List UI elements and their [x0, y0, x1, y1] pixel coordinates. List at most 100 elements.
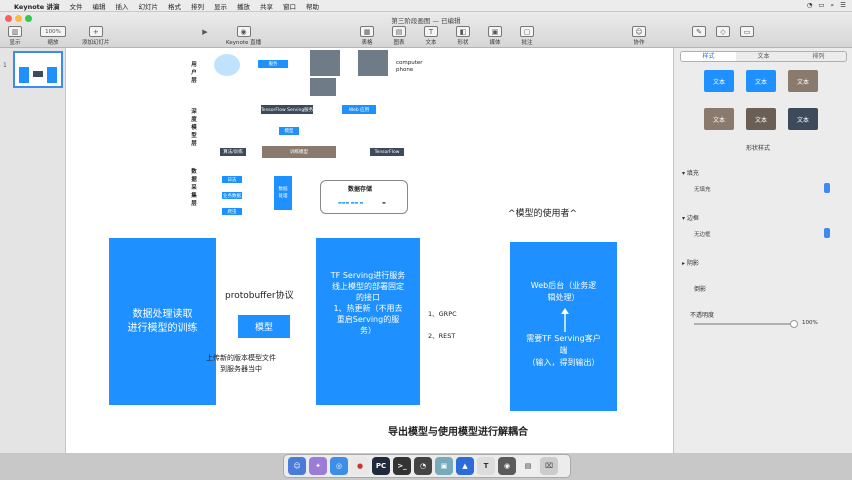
- dock: ☺ ✦ ◎ ● PC >_ ◔ ▣ ▲ T ◉ ▤ ⌧: [283, 454, 571, 478]
- keynote-live-button[interactable]: ◉ Keynote 直播: [226, 26, 261, 46]
- box-model: 模型: [279, 127, 299, 135]
- fill-dropdown[interactable]: [824, 183, 830, 193]
- box-service: 服务: [258, 60, 288, 68]
- menu-item-insert[interactable]: 插入: [115, 1, 128, 11]
- box-model-export: 模型: [238, 315, 290, 338]
- tab-style[interactable]: 样式: [681, 52, 736, 61]
- zoom-control[interactable]: 100% 缩放: [40, 26, 66, 46]
- terminal-icon[interactable]: >_: [393, 457, 411, 475]
- box-data-processing: 数据 处理: [274, 176, 292, 210]
- typora-icon[interactable]: T: [477, 457, 495, 475]
- menu-item-file[interactable]: 文件: [69, 1, 82, 11]
- text-button[interactable]: T 文本: [424, 26, 438, 46]
- media-button[interactable]: ▣ 媒体: [488, 26, 502, 46]
- data-storage-mark: ▬: [382, 200, 386, 205]
- reflection-label[interactable]: 倒影: [694, 284, 706, 293]
- chrome-icon[interactable]: ●: [351, 457, 369, 475]
- format-button[interactable]: ✎: [692, 26, 706, 38]
- document-icon: ▭: [740, 26, 754, 37]
- add-slide-label: 添加幻灯片: [82, 40, 110, 46]
- zoom-label: 缩放: [47, 40, 59, 46]
- document-icon-dock[interactable]: ▤: [519, 457, 537, 475]
- keynote-icon[interactable]: ▲: [456, 457, 474, 475]
- web-backend-text: Web后台（业务逻 辑处理）: [530, 281, 597, 302]
- thumb-box: [19, 67, 29, 83]
- border-value[interactable]: 无边框: [694, 230, 711, 238]
- comment-label: 批注: [521, 40, 533, 46]
- zoom-value: 100%: [40, 26, 66, 37]
- battery-icon[interactable]: ▭: [818, 1, 824, 10]
- border-dropdown[interactable]: [824, 228, 830, 238]
- protocol-grpc: 1、GRPC: [428, 310, 457, 318]
- chart-button[interactable]: ▤ 图表: [392, 26, 406, 46]
- style-swatch-blue-2[interactable]: 文本: [746, 70, 776, 92]
- text-icon: T: [424, 26, 438, 37]
- slide-number: 1: [3, 62, 7, 69]
- document-button[interactable]: ▭: [740, 26, 754, 38]
- display-button[interactable]: ▥ 显示: [8, 26, 22, 46]
- shape-styles-label: 形状样式: [746, 145, 771, 152]
- style-swatch-dark-brown[interactable]: 文本: [746, 108, 776, 130]
- slide-thumbnail[interactable]: [13, 51, 63, 88]
- safari-icon[interactable]: ◎: [330, 457, 348, 475]
- opacity-slider[interactable]: [694, 323, 794, 325]
- menu-item-help[interactable]: 帮助: [306, 1, 319, 11]
- play-icon: ▶: [202, 27, 208, 36]
- opacity-slider-knob[interactable]: [790, 320, 798, 328]
- menu-item-share[interactable]: 共享: [260, 1, 273, 11]
- search-icon[interactable]: ⌕: [831, 1, 835, 10]
- menu-item-window[interactable]: 窗口: [283, 1, 296, 11]
- menu-app-name[interactable]: Keynote 讲演: [14, 1, 59, 11]
- menu-item-arrange[interactable]: 排列: [191, 1, 204, 11]
- animate-button[interactable]: ◇: [716, 26, 730, 38]
- tab-arrange[interactable]: 排列: [791, 52, 846, 61]
- menu-item-format[interactable]: 格式: [168, 1, 181, 11]
- server-image-icon: [310, 78, 336, 96]
- screen-recorder-icon[interactable]: ◉: [498, 457, 516, 475]
- shape-label: 形状: [457, 40, 469, 46]
- preview-icon[interactable]: ▣: [435, 457, 453, 475]
- menu-item-view[interactable]: 显示: [214, 1, 227, 11]
- text-label: 文本: [425, 40, 437, 46]
- shape-icon: ◧: [456, 26, 470, 37]
- finder-icon[interactable]: ☺: [288, 457, 306, 475]
- chart-label: 图表: [393, 40, 405, 46]
- shape-button[interactable]: ◧ 形状: [456, 26, 470, 46]
- computer-phone-label: computer phone: [396, 60, 423, 73]
- launchpad-icon[interactable]: ✦: [309, 457, 327, 475]
- menu-item-slide[interactable]: 幻灯片: [138, 1, 158, 11]
- style-swatch-slate[interactable]: 文本: [788, 108, 818, 130]
- shadow-section[interactable]: ▸ 阴影: [682, 258, 699, 267]
- add-slide-icon: +: [88, 26, 103, 37]
- box-business-data: 业务数据: [222, 192, 242, 199]
- wifi-icon[interactable]: ◔: [807, 1, 813, 10]
- activity-monitor-icon[interactable]: ◔: [414, 457, 432, 475]
- pycharm-icon[interactable]: PC: [372, 457, 390, 475]
- border-label: 边框: [686, 215, 699, 222]
- footer-title: 导出模型与使用模型进行解耦合: [388, 427, 528, 438]
- menu-item-edit[interactable]: 编辑: [92, 1, 105, 11]
- table-button[interactable]: ▦ 表格: [360, 26, 374, 46]
- collaborate-button[interactable]: ☺ 协作: [632, 26, 646, 46]
- border-section[interactable]: ▾ 边框: [682, 213, 699, 222]
- collaborate-label: 协作: [633, 40, 645, 46]
- play-button[interactable]: ▶: [198, 26, 212, 38]
- comment-button[interactable]: ▢ 批注: [520, 26, 534, 46]
- style-swatch-brown[interactable]: 文本: [788, 70, 818, 92]
- inspector-tabs: 样式 文本 排列: [680, 51, 847, 62]
- trash-icon[interactable]: ⌧: [540, 457, 558, 475]
- style-swatch-brown-2[interactable]: 文本: [704, 108, 734, 130]
- format-icon: ✎: [692, 26, 706, 37]
- upload-note: 上传新的版本模型文件 到服务器当中: [206, 354, 276, 373]
- add-slide-button[interactable]: + 添加幻灯片: [82, 26, 110, 46]
- tf-serving-client-text: 需要TF Serving客户 端 （输入，得到输出）: [526, 334, 601, 367]
- comment-icon: ▢: [520, 26, 534, 37]
- slide-canvas[interactable]: 用户层 深度模型层 数据采集层 服务 computer phone Tensor…: [66, 48, 673, 453]
- menu-item-play[interactable]: 播放: [237, 1, 250, 11]
- fill-section[interactable]: ▾ 填充: [682, 168, 699, 177]
- menu-extras-icon[interactable]: ☰: [840, 1, 846, 10]
- style-swatch-blue[interactable]: 文本: [704, 70, 734, 92]
- fill-value[interactable]: 无填充: [694, 185, 711, 193]
- opacity-value[interactable]: 100%: [802, 320, 818, 326]
- tab-text[interactable]: 文本: [736, 52, 791, 61]
